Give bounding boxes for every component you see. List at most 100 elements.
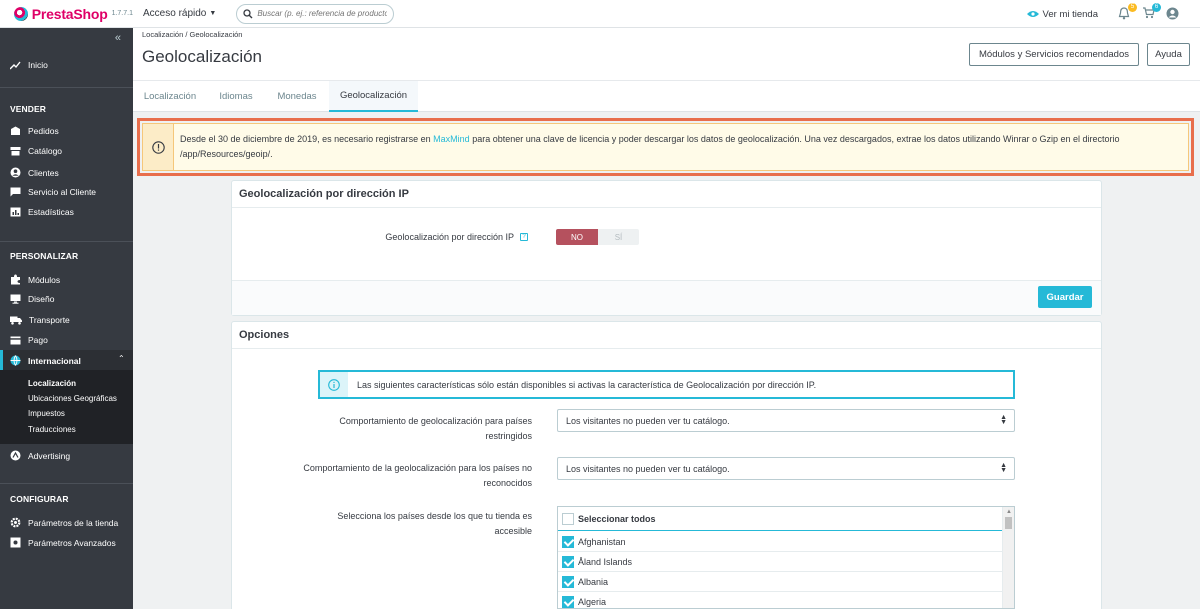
credit-card-icon bbox=[10, 336, 21, 344]
employee-menu-button[interactable] bbox=[1166, 7, 1180, 21]
sidebar-item-label: Inicio bbox=[28, 60, 48, 70]
country-checkbox[interactable] bbox=[562, 575, 574, 588]
submenu-item-ubicaciones[interactable]: Ubicaciones Geográficas bbox=[28, 394, 117, 403]
view-store-label: Ver mi tienda bbox=[1042, 8, 1098, 20]
section-personalizar: PERSONALIZAR bbox=[10, 251, 79, 261]
restricted-behavior-select[interactable]: Los visitantes no pueden ver tu catálogo… bbox=[557, 409, 1015, 432]
restricted-behavior-label: Comportamiento de geolocalización para p… bbox=[339, 416, 532, 441]
page-title: Geolocalización bbox=[142, 47, 263, 66]
sidebar-item-internacional[interactable]: Internacional bbox=[10, 355, 81, 366]
country-checkbox[interactable] bbox=[562, 595, 574, 608]
user-icon bbox=[1166, 7, 1179, 20]
recommended-modules-button[interactable]: Módulos y Servicios recomendados bbox=[969, 43, 1139, 66]
breadcrumb[interactable]: Localización / Geolocalización bbox=[142, 30, 242, 39]
table-row[interactable]: Algeria bbox=[558, 592, 1003, 608]
logo-text: PrestaShop bbox=[31, 5, 108, 22]
panel-footer bbox=[232, 280, 1101, 315]
collapse-sidebar-icon[interactable]: « bbox=[115, 32, 121, 44]
sidebar-item-label: Clientes bbox=[28, 167, 59, 178]
select-all-checkbox[interactable] bbox=[562, 512, 574, 525]
sidebar-item-label: Internacional bbox=[28, 355, 81, 366]
prestashop-logo-icon bbox=[14, 6, 28, 21]
save-button[interactable]: Guardar bbox=[1038, 286, 1092, 308]
select-all-row[interactable]: Seleccionar todos bbox=[558, 507, 1003, 531]
tab-idiomas[interactable]: Idiomas bbox=[207, 81, 265, 112]
countries-table: Seleccionar todos Afghanistan Åland Isla… bbox=[557, 506, 1015, 609]
chat-icon bbox=[10, 187, 21, 197]
country-name: Algeria bbox=[578, 596, 607, 607]
table-row[interactable]: Afghanistan bbox=[558, 532, 1003, 552]
sidebar-item-transporte[interactable]: Transporte bbox=[10, 315, 70, 325]
inbox-icon bbox=[11, 126, 20, 135]
sidebar-item-label: Parámetros Avanzados bbox=[28, 537, 116, 548]
sidebar-item-servicio[interactable]: Servicio al Cliente bbox=[10, 187, 96, 197]
sidebar-item-estadisticas[interactable]: Estadísticas bbox=[10, 207, 74, 217]
table-row[interactable]: Åland Islands bbox=[558, 552, 1003, 572]
sidebar-item-label: Transporte bbox=[29, 315, 70, 325]
select-arrows-icon: ▲ ▼ bbox=[1000, 462, 1007, 474]
tab-bar: Localización Idiomas Monedas Geolocaliza… bbox=[133, 80, 1200, 112]
sidebar-item-advertising[interactable]: Advertising bbox=[10, 450, 70, 461]
info-icon-column bbox=[320, 372, 348, 397]
search-box[interactable] bbox=[236, 3, 395, 24]
puzzle-icon bbox=[11, 274, 20, 285]
country-checkbox[interactable] bbox=[562, 535, 574, 548]
customers-notifications-button[interactable]: 6 bbox=[1142, 3, 1161, 21]
geolocation-ip-toggle[interactable]: NO SÍ bbox=[556, 229, 639, 245]
country-name: Afghanistan bbox=[578, 536, 626, 547]
advertising-icon bbox=[10, 450, 21, 461]
help-button[interactable]: Ayuda bbox=[1147, 43, 1190, 66]
view-store-link[interactable]: Ver mi tienda bbox=[1026, 8, 1098, 20]
sidebar-item-label: Módulos bbox=[28, 274, 61, 285]
info-icon bbox=[328, 378, 340, 391]
submenu-item-localizacion[interactable]: Localización bbox=[28, 379, 76, 388]
table-row[interactable]: Albania bbox=[558, 572, 1003, 592]
submenu-item-traducciones[interactable]: Traducciones bbox=[28, 425, 76, 434]
country-name: Albania bbox=[578, 576, 609, 587]
select-value: Los visitantes no pueden ver tu catálogo… bbox=[566, 415, 730, 426]
quick-access-dropdown[interactable]: Acceso rápido ▼ bbox=[143, 8, 216, 19]
sidebar-item-pago[interactable]: Pago bbox=[10, 335, 48, 345]
help-icon[interactable]: ? bbox=[520, 233, 528, 241]
toggle-si-option[interactable]: SÍ bbox=[598, 229, 639, 245]
sidebar-item-inicio[interactable]: Inicio bbox=[10, 60, 48, 70]
maxmind-link[interactable]: MaxMind bbox=[433, 134, 470, 144]
logo[interactable]: PrestaShop 1.7.7.1 bbox=[0, 6, 133, 22]
sidebar-item-parametros-avanzados[interactable]: Parámetros Avanzados bbox=[10, 537, 116, 548]
section-vender: VENDER bbox=[10, 104, 47, 114]
tab-monedas[interactable]: Monedas bbox=[267, 81, 327, 112]
sidebar-item-modulos[interactable]: Módulos bbox=[10, 274, 60, 285]
submenu-item-impuestos[interactable]: Impuestos bbox=[28, 409, 65, 418]
caret-down-icon: ▼ bbox=[209, 10, 217, 17]
notifications-button[interactable]: 5 bbox=[1118, 3, 1137, 21]
sidebar-item-catalogo[interactable]: Catálogo bbox=[10, 146, 62, 156]
tab-geolocalizacion[interactable]: Geolocalización bbox=[329, 81, 418, 112]
sidebar-item-label: Estadísticas bbox=[28, 207, 74, 217]
globe-icon bbox=[10, 355, 21, 366]
country-name: Åland Islands bbox=[578, 556, 633, 567]
country-checkbox[interactable] bbox=[562, 555, 574, 568]
divider bbox=[0, 241, 133, 242]
sidebar-item-label: Parámetros de la tienda bbox=[28, 517, 119, 528]
search-input[interactable] bbox=[257, 9, 388, 18]
select-arrows-icon: ▲ ▼ bbox=[1000, 414, 1007, 426]
countries-label: Selecciona los países desde los que tu t… bbox=[337, 511, 532, 536]
select-value: Los visitantes no pueden ver tu catálogo… bbox=[566, 463, 730, 474]
unrecognized-behavior-select[interactable]: Los visitantes no pueden ver tu catálogo… bbox=[557, 457, 1015, 480]
sidebar-item-pedidos[interactable]: Pedidos bbox=[10, 126, 59, 136]
truck-icon bbox=[10, 316, 22, 325]
scrollbar[interactable]: ▲ bbox=[1002, 507, 1014, 608]
sidebar-item-diseno[interactable]: Diseño bbox=[10, 294, 54, 304]
warning-icon-column bbox=[143, 124, 175, 170]
warning-text: Desde el 30 de diciembre de 2019, es nec… bbox=[174, 124, 1188, 170]
scrollbar-thumb[interactable] bbox=[1005, 517, 1012, 529]
tab-localizacion[interactable]: Localización bbox=[135, 81, 205, 112]
sidebar-item-label: Diseño bbox=[28, 294, 55, 304]
scroll-up-icon[interactable]: ▲ bbox=[1006, 509, 1012, 515]
toggle-no-option[interactable]: NO bbox=[556, 229, 598, 245]
chevron-up-icon[interactable]: ⌃ bbox=[118, 354, 125, 363]
sidebar-item-parametros-tienda[interactable]: Parámetros de la tienda bbox=[10, 517, 118, 528]
warning-alert: Desde el 30 de diciembre de 2019, es nec… bbox=[142, 123, 1189, 171]
sidebar-item-clientes[interactable]: Clientes bbox=[10, 167, 59, 178]
geolocation-ip-label: Geolocalización por dirección IP bbox=[385, 232, 514, 242]
